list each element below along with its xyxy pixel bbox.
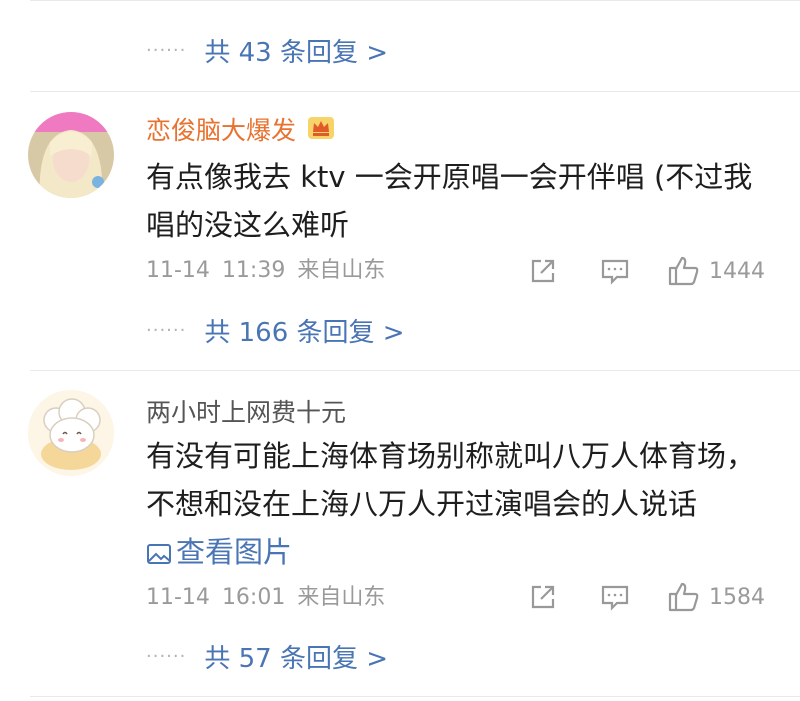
- comment-button[interactable]: [599, 255, 631, 287]
- comment-location: 来自山东: [297, 585, 386, 610]
- image-icon: [147, 544, 171, 564]
- divider: [30, 91, 800, 92]
- comment-body: 有没有可能上海体育场别称就叫八万人体育场，不想和没在上海八万人开过演唱会的人说话: [146, 439, 756, 521]
- repost-button[interactable]: [527, 255, 559, 287]
- comment-icon: [599, 581, 631, 613]
- reply-count-text[interactable]: 共 43 条回复 >: [204, 32, 388, 69]
- reply-count-text[interactable]: 共 57 条回复 >: [204, 638, 388, 675]
- user-row: 恋俊脑大爆发: [146, 112, 336, 146]
- reply-count-link[interactable]: ······ 共 43 条回复 >: [146, 32, 388, 68]
- repost-icon: [527, 255, 559, 287]
- user-row: 两小时上网费十元: [146, 394, 346, 428]
- dots: ······: [146, 319, 187, 341]
- comment-text: 有点像我去 ktv 一会开原唱一会开伴唱 (不过我唱的没这么难听: [146, 160, 753, 242]
- dots: ······: [146, 39, 187, 61]
- comment-time: 11:39: [221, 258, 286, 283]
- repost-button[interactable]: [527, 581, 559, 613]
- comment-actions: 1584: [527, 580, 770, 614]
- like-button[interactable]: 1584: [667, 580, 765, 614]
- comment-date: 11-14: [146, 258, 210, 283]
- dots: ······: [146, 645, 187, 667]
- like-count: 1584: [709, 584, 765, 610]
- divider: [30, 370, 800, 371]
- comment-location: 来自山东: [297, 258, 386, 283]
- comment-meta: 11-14 16:01 来自山东: [146, 583, 397, 613]
- thumbs-up-icon: [667, 580, 701, 614]
- reply-count-link[interactable]: ······ 共 166 条回复 >: [146, 312, 405, 348]
- comment-button[interactable]: [599, 581, 631, 613]
- repost-icon: [527, 581, 559, 613]
- comment-icon: [599, 255, 631, 287]
- comment-meta: 11-14 11:39 来自山东: [146, 256, 397, 286]
- thumbs-up-icon: [667, 254, 701, 288]
- like-button[interactable]: 1444: [667, 254, 765, 288]
- username[interactable]: 两小时上网费十元: [146, 393, 346, 429]
- crown-badge-icon: [306, 114, 336, 144]
- username[interactable]: 恋俊脑大爆发: [146, 111, 296, 147]
- reply-count-text[interactable]: 共 166 条回复 >: [204, 312, 404, 349]
- divider: [30, 696, 800, 697]
- comment-text: 有没有可能上海体育场别称就叫八万人体育场，不想和没在上海八万人开过演唱会的人说话…: [146, 432, 766, 576]
- avatar[interactable]: [28, 112, 114, 198]
- comment-time: 16:01: [221, 585, 286, 610]
- comment-actions: 1444: [527, 254, 770, 288]
- divider: [30, 0, 800, 1]
- like-count: 1444: [709, 258, 765, 284]
- view-image-link[interactable]: 查看图片: [146, 535, 292, 569]
- reply-count-link[interactable]: ······ 共 57 条回复 >: [146, 638, 388, 674]
- view-image-label[interactable]: 查看图片: [176, 535, 292, 569]
- avatar[interactable]: [28, 390, 114, 476]
- comment-date: 11-14: [146, 585, 210, 610]
